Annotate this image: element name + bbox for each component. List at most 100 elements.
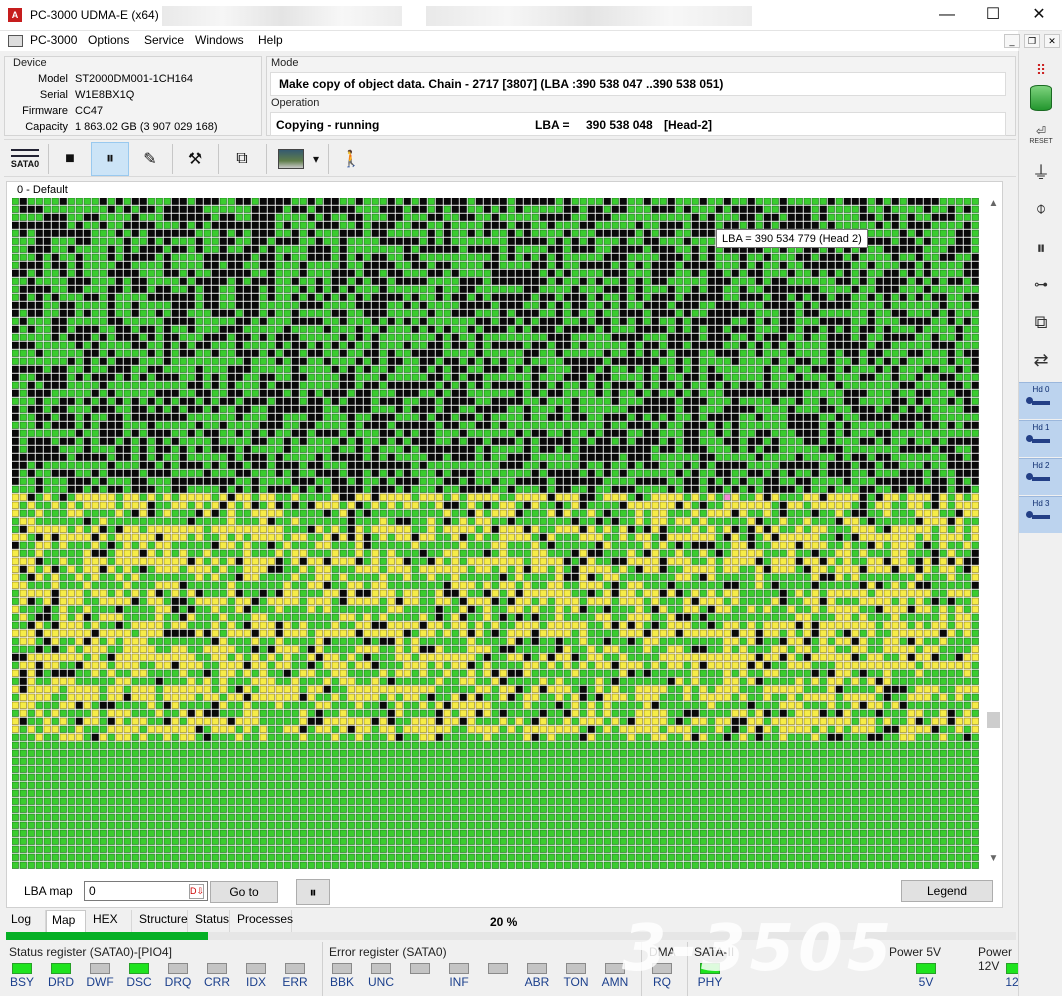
sector-block <box>107 453 115 461</box>
sector-block <box>867 301 875 309</box>
sector-block <box>507 397 515 405</box>
tools-button[interactable]: ⚒ <box>176 142 214 176</box>
sector-block <box>683 477 691 485</box>
sector-block <box>91 269 99 277</box>
sector-block <box>187 229 195 237</box>
sector-block <box>827 389 835 397</box>
stop-button[interactable]: ■ <box>51 142 89 176</box>
menu-pc3000[interactable]: PC-3000 <box>30 33 77 47</box>
sector-block <box>755 277 763 285</box>
sector-block <box>803 381 811 389</box>
pause-button[interactable]: ⏸ <box>91 142 129 176</box>
sector-block <box>931 437 939 445</box>
sector-block <box>419 501 427 509</box>
sector-block <box>963 469 971 477</box>
sector-block <box>795 213 803 221</box>
sector-block <box>675 237 683 245</box>
sector-block <box>387 405 395 413</box>
sector-block <box>707 293 715 301</box>
sector-block <box>107 421 115 429</box>
sector-block <box>843 277 851 285</box>
sector-block <box>371 493 379 501</box>
sector-block <box>99 261 107 269</box>
sector-block <box>43 493 51 501</box>
sector-block <box>883 301 891 309</box>
sector-block <box>795 445 803 453</box>
sector-block <box>443 229 451 237</box>
mdi-restore-button[interactable]: ❐ <box>1024 34 1040 48</box>
sector-block <box>611 493 619 501</box>
sector-block <box>43 437 51 445</box>
edit-button[interactable]: ✎ <box>131 142 169 176</box>
sector-block <box>787 357 795 365</box>
mdi-close-button[interactable]: ✕ <box>1044 34 1060 48</box>
sector-block <box>147 469 155 477</box>
close-button[interactable]: ✕ <box>1016 0 1062 31</box>
sector-block <box>203 413 211 421</box>
sector-block <box>315 301 323 309</box>
exit-button[interactable]: 🚶 <box>332 142 370 176</box>
sector-block <box>363 261 371 269</box>
sector-block <box>843 333 851 341</box>
menu-windows[interactable]: Windows <box>195 33 244 47</box>
sector-block <box>491 333 499 341</box>
sector-block <box>187 445 195 453</box>
sector-block <box>411 405 419 413</box>
sector-block <box>787 397 795 405</box>
pc3000-menu-icon[interactable] <box>8 35 23 47</box>
sector-block <box>931 485 939 493</box>
sector-block <box>939 277 947 285</box>
sector-block <box>915 277 923 285</box>
sector-block <box>563 269 571 277</box>
minimize-button[interactable]: — <box>924 0 970 31</box>
sector-block <box>907 469 915 477</box>
menu-service[interactable]: Service <box>144 33 184 47</box>
sector-block <box>915 309 923 317</box>
sector-block <box>563 237 571 245</box>
sector-block <box>523 509 531 517</box>
sector-block <box>403 285 411 293</box>
mdi-minimize-button[interactable]: _ <box>1004 34 1020 48</box>
sector-block <box>227 389 235 397</box>
sector-block <box>595 461 603 469</box>
menu-options[interactable]: Options <box>88 33 129 47</box>
copy-button[interactable]: ⧉ <box>223 142 261 176</box>
sector-block <box>283 198 291 205</box>
sector-block <box>915 453 923 461</box>
sector-block <box>307 357 315 365</box>
sector-block <box>643 309 651 317</box>
sector-block <box>379 413 387 421</box>
sector-block <box>731 341 739 349</box>
sector-block <box>803 341 811 349</box>
sector-block <box>371 381 379 389</box>
sector-block <box>107 269 115 277</box>
sector-block <box>187 349 195 357</box>
sector-block <box>419 349 427 357</box>
sector-block <box>59 349 67 357</box>
sector-block <box>291 349 299 357</box>
sector-block <box>459 213 467 221</box>
sector-block <box>75 277 83 285</box>
maximize-button[interactable]: ☐ <box>970 0 1016 31</box>
sector-map[interactable] <box>12 198 982 870</box>
sector-block <box>227 205 235 213</box>
sector-block <box>579 349 587 357</box>
sata-port-button[interactable]: SATA0 <box>6 142 44 176</box>
sector-block <box>59 381 67 389</box>
sector-block <box>395 333 403 341</box>
sector-block <box>795 485 803 493</box>
sector-block <box>291 405 299 413</box>
sector-block <box>603 205 611 213</box>
sector-block <box>67 198 75 205</box>
sector-block <box>315 373 323 381</box>
sector-block <box>115 198 123 205</box>
screenshot-button[interactable] <box>272 142 310 176</box>
sector-block <box>739 309 747 317</box>
sector-block <box>275 493 283 501</box>
sector-block <box>43 349 51 357</box>
menu-help[interactable]: Help <box>258 33 283 47</box>
sector-block <box>691 285 699 293</box>
sector-block <box>283 293 291 301</box>
screenshot-dropdown-button[interactable]: ▾ <box>308 142 324 176</box>
sector-block <box>339 501 347 509</box>
